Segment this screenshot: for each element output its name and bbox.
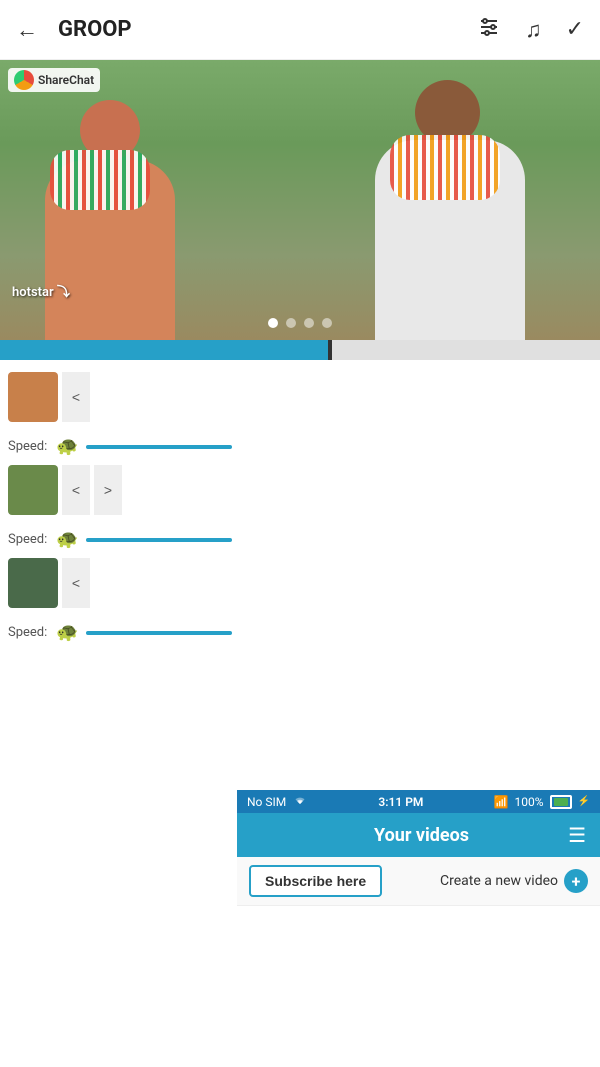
- seek-bar[interactable]: [0, 340, 600, 360]
- back-button[interactable]: ←: [16, 17, 38, 43]
- clips-panel: < Speed: 🐢 < > Speed: 🐢: [0, 360, 240, 663]
- dot-2: [286, 318, 296, 328]
- battery-icon: [550, 795, 572, 809]
- status-right: 📶 100% ⚡: [494, 795, 590, 809]
- speed-label-1: Speed:: [8, 439, 48, 454]
- create-plus-icon: +: [564, 869, 588, 893]
- clip-thumb-2: [8, 465, 58, 515]
- subscribe-bar: Subscribe here Create a new video +: [237, 857, 600, 906]
- your-videos-header: Your videos ☰: [237, 813, 600, 857]
- speed-slider-1[interactable]: [86, 445, 232, 449]
- clip-nav-1: <: [62, 372, 94, 422]
- speed-turtle-1: 🐢: [56, 436, 78, 457]
- sharechat-text: ShareChat: [38, 73, 94, 87]
- status-bar: No SIM 3:11 PM 📶 100% ⚡: [237, 790, 600, 813]
- music-icon[interactable]: ♫: [525, 17, 542, 43]
- clip-row-2: < >: [0, 465, 240, 515]
- speed-row-1: Speed: 🐢: [0, 434, 240, 465]
- clip-nav-2: < >: [62, 465, 122, 515]
- top-navigation: ← GROOP ♫ ✓: [0, 0, 600, 60]
- speed-turtle-2: 🐢: [56, 529, 78, 550]
- create-new-label: Create a new video: [440, 873, 558, 889]
- clip-thumb-1: [8, 372, 58, 422]
- check-icon[interactable]: ✓: [566, 17, 584, 42]
- speed-label-3: Speed:: [8, 625, 48, 640]
- dot-1: [268, 318, 278, 328]
- battery-text: 100%: [515, 795, 544, 809]
- clip-nav-3: <: [62, 558, 94, 608]
- video-banner: ShareChat hotstar ⤵: [0, 60, 600, 340]
- bottom-area: < Speed: 🐢 < > Speed: 🐢: [0, 360, 600, 663]
- sharechat-logo: [14, 70, 34, 90]
- sharechat-badge: ShareChat: [8, 68, 100, 92]
- seek-bar-thumb: [328, 340, 332, 360]
- status-left: No SIM: [247, 794, 308, 809]
- hamburger-menu-icon[interactable]: ☰: [568, 823, 586, 847]
- hotstar-text: hotstar ⤵: [12, 281, 70, 300]
- clip-row-1: <: [0, 372, 240, 422]
- speed-label-2: Speed:: [8, 532, 48, 547]
- seek-bar-filled: [0, 340, 330, 360]
- speed-slider-2[interactable]: [86, 538, 232, 542]
- nav-icons: ♫ ✓: [477, 15, 584, 44]
- your-videos-title: Your videos: [275, 825, 568, 846]
- settings-icon[interactable]: [477, 15, 501, 44]
- clip-prev-btn-2[interactable]: <: [62, 465, 90, 515]
- speed-turtle-3: 🐢: [56, 622, 78, 643]
- subscribe-button[interactable]: Subscribe here: [249, 865, 382, 897]
- clip-thumb-3: [8, 558, 58, 608]
- clip-prev-btn-3[interactable]: <: [62, 558, 90, 608]
- speed-row-3: Speed: 🐢: [0, 620, 240, 651]
- speed-slider-3[interactable]: [86, 631, 232, 635]
- app-title: GROOP: [58, 17, 132, 42]
- sim-text: No SIM: [247, 795, 286, 809]
- clip-row-3: <: [0, 558, 240, 608]
- status-time: 3:11 PM: [378, 795, 423, 809]
- create-new-video-button[interactable]: Create a new video +: [440, 869, 588, 893]
- banner-dots: [268, 318, 332, 328]
- speed-row-2: Speed: 🐢: [0, 527, 240, 558]
- dot-3: [304, 318, 314, 328]
- hotstar-badge: hotstar ⤵: [12, 281, 70, 300]
- bluetooth-icon: 📶: [494, 795, 509, 809]
- dot-4: [322, 318, 332, 328]
- clip-prev-btn-1[interactable]: <: [62, 372, 90, 422]
- wifi-icon: [292, 794, 308, 809]
- clip-next-btn-2[interactable]: >: [94, 465, 122, 515]
